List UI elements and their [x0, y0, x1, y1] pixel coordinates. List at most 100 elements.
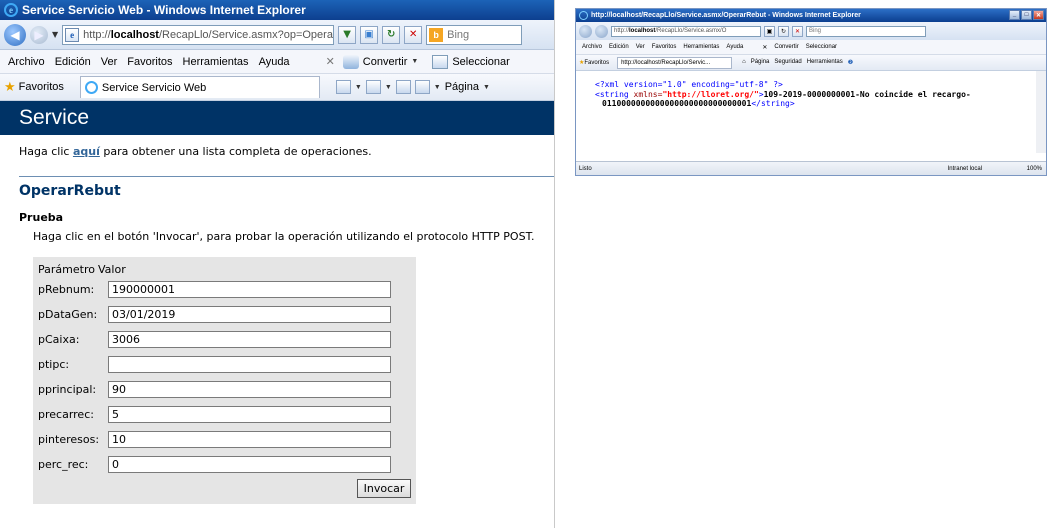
service-header: Service: [0, 101, 554, 135]
parameter-table: Parámetro Valor pRebnum: pDataGen: pCaix…: [33, 257, 416, 504]
menu-herramientas[interactable]: Herramientas: [183, 56, 249, 68]
favorites-star-icon[interactable]: ★: [4, 79, 16, 95]
pprincipal-input[interactable]: [108, 381, 391, 398]
menu-ver[interactable]: Ver: [636, 44, 645, 50]
minimize-icon[interactable]: _: [1009, 10, 1020, 20]
seleccionar-button[interactable]: Seleccionar: [806, 44, 837, 50]
pcaixa-input[interactable]: [108, 331, 391, 348]
menu-favoritos[interactable]: Favoritos: [127, 56, 172, 68]
tab-title: http://localhost/RecapLlo/Servic...: [621, 59, 711, 66]
menu-herramientas[interactable]: Herramientas: [683, 44, 719, 50]
refresh-icon[interactable]: ↻: [778, 25, 789, 37]
left-address-bar: ◀ ▶ ▼ e http://localhost/RecapLlo/Servic…: [0, 20, 554, 50]
table-row: pinteresos:: [38, 427, 411, 452]
favoritos-button[interactable]: Favoritos: [19, 81, 64, 93]
feeds-icon[interactable]: [365, 80, 381, 94]
menu-ayuda[interactable]: Ayuda: [726, 44, 743, 50]
precarrec-input[interactable]: [108, 406, 391, 423]
page-content: Haga clic aquí para obtener una lista co…: [0, 145, 554, 504]
home-icon[interactable]: [335, 80, 351, 94]
url-input[interactable]: http://localhost/RecapLlo/Service.asmx/O: [611, 25, 761, 37]
search-input[interactable]: b Bing: [426, 24, 523, 45]
pagina-menu[interactable]: Página: [445, 81, 479, 93]
mail-icon[interactable]: [395, 80, 411, 94]
browser-tab[interactable]: http://localhost/RecapLlo/Servic...: [617, 56, 733, 69]
convertir-button[interactable]: Convertir ▼: [342, 54, 418, 69]
right-menu-bar: Archivo Edición Ver Favoritos Herramient…: [576, 40, 1046, 55]
url-dropdown-icon[interactable]: ▼: [338, 25, 357, 44]
forward-icon[interactable]: [595, 24, 608, 38]
tab-title: Service Servicio Web: [101, 81, 207, 94]
stop-icon[interactable]: ✕: [404, 25, 423, 44]
history-dropdown-icon[interactable]: ▼: [52, 30, 58, 39]
command-bar: ▼ ▼ ▼ Página ▼: [335, 80, 490, 94]
status-text: Listo: [579, 165, 592, 172]
prebnum-input[interactable]: [108, 281, 391, 298]
left-menu-bar: Archivo Edición Ver Favoritos Herramient…: [0, 50, 554, 74]
menu-edicion[interactable]: Edición: [55, 56, 91, 68]
ie-logo-icon: [579, 11, 588, 20]
refresh-icon[interactable]: ↻: [382, 25, 401, 44]
operation-title: OperarRebut: [19, 183, 121, 199]
home-icon[interactable]: ⌂: [742, 59, 746, 66]
close-icon[interactable]: ✕: [1033, 10, 1044, 20]
param-label: pRebnum:: [38, 283, 95, 296]
bing-icon: b: [429, 27, 444, 42]
invocar-button[interactable]: Invocar: [357, 478, 411, 498]
stop-icon[interactable]: ✕: [792, 25, 803, 37]
table-row: pCaixa:: [38, 327, 411, 352]
right-address-bar: http://localhost/RecapLlo/Service.asmx/O…: [576, 22, 1046, 40]
compatibility-view-icon[interactable]: ▣: [360, 25, 379, 44]
maximize-icon[interactable]: □: [1021, 10, 1032, 20]
menu-ver[interactable]: Ver: [101, 56, 118, 68]
ptipc-input[interactable]: [108, 356, 391, 373]
table-row: pprincipal:: [38, 377, 411, 402]
param-label: pprincipal:: [38, 383, 97, 396]
menu-ayuda[interactable]: Ayuda: [259, 56, 290, 68]
menu-archivo[interactable]: Archivo: [8, 56, 45, 68]
table-row: precarrec:: [38, 402, 411, 427]
left-ie-window: e Service Servicio Web - Windows Interne…: [0, 0, 555, 528]
test-description: Haga clic en el botón 'Invocar', para pr…: [33, 230, 535, 243]
header-parametro: Parámetro: [38, 262, 95, 276]
operations-list-link[interactable]: aquí: [73, 145, 100, 158]
back-icon[interactable]: ◀: [4, 23, 26, 46]
tab-ie-icon: [84, 81, 98, 94]
pdatagen-input[interactable]: [108, 306, 391, 323]
back-icon[interactable]: [579, 24, 592, 38]
menu-favoritos[interactable]: Favoritos: [652, 44, 677, 50]
print-icon[interactable]: [414, 80, 430, 94]
browser-tab[interactable]: Service Servicio Web: [79, 76, 320, 98]
ie-logo-icon: e: [4, 3, 18, 17]
status-bar: Listo Intranet local 100%: [576, 161, 1046, 175]
url-input[interactable]: e http://localhost/RecapLlo/Service.asmx…: [62, 24, 335, 45]
menu-edicion[interactable]: Edición: [609, 44, 629, 50]
select-icon: [432, 54, 449, 69]
favoritos-button[interactable]: Favoritos: [584, 60, 609, 66]
pagina-menu[interactable]: Página: [751, 59, 770, 66]
left-favorites-bar: ★ Favoritos Service Servicio Web ▼ ▼ ▼ P…: [0, 74, 554, 101]
herramientas-menu[interactable]: Herramientas: [807, 59, 843, 66]
right-window-title: http://localhost/RecapLlo/Service.asmx/O…: [591, 12, 861, 19]
seleccionar-button[interactable]: Seleccionar: [432, 54, 510, 69]
security-zone: Intranet local: [947, 165, 982, 172]
table-row: pDataGen:: [38, 302, 411, 327]
invoke-row: Invocar: [38, 477, 411, 499]
left-window-title: Service Servicio Web - Windows Internet …: [22, 3, 306, 17]
intro-text: Haga clic aquí para obtener una lista co…: [19, 145, 372, 158]
perc-rec-input[interactable]: [108, 456, 391, 473]
help-icon[interactable]: ❷: [848, 59, 853, 66]
close-toolbar-icon[interactable]: ✕: [326, 55, 335, 68]
header-valor: Valor: [98, 262, 126, 276]
table-row: ptipc:: [38, 352, 411, 377]
search-input[interactable]: Bing: [806, 25, 926, 37]
seguridad-menu[interactable]: Seguridad: [774, 59, 801, 66]
param-label: pinteresos:: [38, 433, 100, 446]
pinteresos-input[interactable]: [108, 431, 391, 448]
compatibility-view-icon[interactable]: ▣: [764, 25, 775, 37]
zoom-level[interactable]: 100%: [1027, 166, 1042, 172]
forward-icon[interactable]: ▶: [30, 25, 48, 44]
menu-archivo[interactable]: Archivo: [582, 44, 602, 50]
convertir-button[interactable]: Convertir: [774, 44, 798, 50]
close-toolbar-icon[interactable]: ✕: [762, 44, 767, 51]
